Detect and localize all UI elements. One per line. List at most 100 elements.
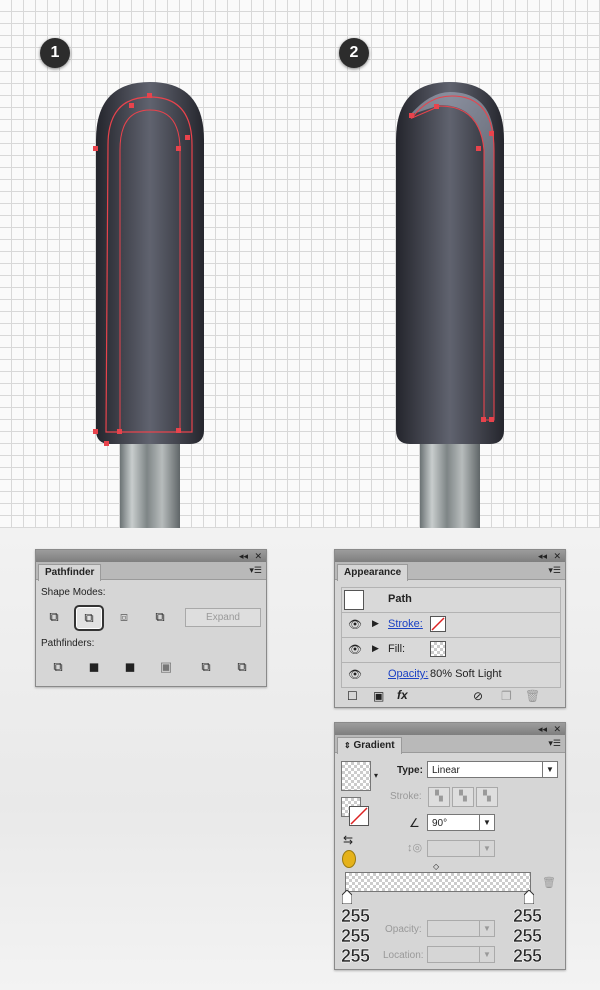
dropdown-arrow-icon: ▼	[479, 841, 494, 856]
panel-tabs: Appearance ▾☰	[335, 562, 565, 581]
panel-titlebar[interactable]: ◂◂ ✕	[36, 550, 266, 562]
location-label: Location:	[383, 950, 424, 961]
duplicate-item-icon[interactable]: ❐	[501, 689, 512, 703]
object-2[interactable]	[396, 82, 504, 528]
stroke-along-icon[interactable]: ▚	[452, 787, 474, 807]
close-icon[interactable]: ✕	[553, 723, 561, 735]
opacity-value: 80% Soft Light	[430, 668, 502, 680]
aspect-ratio-icon: ↕◎	[407, 842, 423, 854]
opacity-row[interactable]: 👁 Opacity: 80% Soft Light	[341, 662, 561, 688]
left-stop-g: 255	[341, 926, 371, 947]
expand-triangle-icon[interactable]: ▶	[372, 618, 379, 629]
opacity-label: Opacity:	[385, 924, 422, 935]
outline-icon[interactable]: ⧉	[196, 658, 216, 676]
fill-label: Fill:	[388, 643, 406, 655]
aspect-ratio-field[interactable]: ▼	[427, 840, 495, 857]
dropdown-arrow-icon: ▼	[479, 947, 494, 962]
divide-icon[interactable]: ⧉	[48, 658, 68, 676]
gradient-preview-swatch[interactable]	[341, 761, 371, 791]
tab-toggle-icon: ⇕	[344, 741, 351, 750]
minus-front-icon[interactable]: ⧉	[74, 605, 104, 631]
illustration	[93, 82, 504, 528]
close-icon[interactable]: ✕	[553, 550, 561, 562]
tab-appearance[interactable]: Appearance	[337, 564, 409, 581]
midpoint-diamond-icon[interactable]: ◇	[433, 862, 439, 871]
delete-item-icon[interactable]: 🗑	[525, 689, 540, 703]
path-row[interactable]: Path	[341, 587, 561, 613]
collapse-icon[interactable]: ◂◂	[239, 550, 248, 562]
panel-menu-icon[interactable]: ▾☰	[548, 565, 561, 575]
reverse-gradient-icon[interactable]: ⇆	[343, 833, 353, 847]
gradient-stop-right[interactable]	[523, 889, 535, 905]
close-icon[interactable]: ✕	[254, 550, 262, 562]
stroke-across-icon[interactable]: ▚	[476, 787, 498, 807]
pathfinders-label: Pathfinders:	[41, 638, 95, 649]
stroke-row[interactable]: 👁 ▶ Stroke:	[341, 612, 561, 638]
right-stop-b: 255	[513, 946, 543, 967]
left-stop-r: 255	[341, 906, 371, 927]
type-dropdown[interactable]: Linear ▼	[427, 761, 558, 778]
gradient-preset-dropdown-icon[interactable]: ▾	[374, 771, 378, 780]
dropdown-arrow-icon: ▼	[542, 762, 557, 777]
angle-field[interactable]: 90° ▼	[427, 814, 495, 831]
panel-titlebar[interactable]: ◂◂ ✕	[335, 723, 565, 735]
stroke-none-swatch[interactable]	[430, 616, 446, 632]
visibility-eye-icon[interactable]: 👁	[348, 668, 362, 681]
unite-icon[interactable]: ⧉	[44, 608, 64, 626]
visibility-eye-icon[interactable]: 👁	[348, 643, 362, 656]
object-1[interactable]	[93, 82, 204, 528]
panel-menu-icon[interactable]: ▾☰	[249, 565, 262, 575]
tab-gradient[interactable]: ⇕ Gradient	[337, 737, 402, 754]
trim-icon[interactable]: ◼	[84, 658, 104, 676]
fill-gradient-swatch[interactable]	[430, 641, 446, 657]
minus-back-icon[interactable]: ⧉	[232, 658, 252, 676]
path-thumbnail	[344, 590, 364, 610]
panel-tabs: Pathfinder ▾☰	[36, 562, 266, 581]
right-stop-r: 255	[513, 906, 543, 927]
location-field[interactable]: ▼	[427, 946, 495, 963]
right-stop-g: 255	[513, 926, 543, 947]
type-value: Linear	[432, 765, 460, 776]
opacity-link[interactable]: Opacity:	[388, 668, 428, 680]
metal-shaft-1	[120, 438, 180, 528]
exclude-icon[interactable]: ⧉	[150, 608, 170, 626]
expand-triangle-icon[interactable]: ▶	[372, 643, 379, 654]
path-label: Path	[388, 593, 412, 605]
collapse-icon[interactable]: ◂◂	[538, 550, 547, 562]
gradient-stop-left[interactable]	[341, 889, 353, 905]
type-label: Type:	[397, 765, 423, 776]
tab-pathfinder[interactable]: Pathfinder	[38, 564, 102, 581]
pathfinder-panel: ◂◂ ✕ Pathfinder ▾☰ Shape Modes: ⧉ ⧉ ⧈ ⧉ …	[35, 549, 267, 687]
add-effect-icon[interactable]: fx	[397, 688, 408, 702]
tab-gradient-label: Gradient	[353, 740, 395, 751]
panel-tabs: ⇕ Gradient ▾☰	[335, 735, 565, 754]
left-stop-b: 255	[341, 946, 371, 967]
appearance-panel: ◂◂ ✕ Appearance ▾☰ Path 👁 ▶ Stroke: 👁 ▶ …	[334, 549, 566, 708]
fill-row[interactable]: 👁 ▶ Fill:	[341, 637, 561, 663]
stroke-within-icon[interactable]: ▚	[428, 787, 450, 807]
intersect-icon[interactable]: ⧈	[114, 608, 134, 626]
delete-stop-icon[interactable]: 🗑	[542, 876, 556, 889]
merge-icon[interactable]: ◼	[120, 658, 140, 676]
dropdown-arrow-icon: ▼	[479, 815, 494, 830]
stroke-swatch[interactable]	[349, 806, 369, 826]
angle-value: 90°	[432, 818, 448, 829]
stroke-link[interactable]: Stroke:	[388, 618, 423, 630]
expand-button[interactable]: Expand	[185, 608, 261, 627]
visibility-eye-icon[interactable]: 👁	[348, 618, 362, 631]
panel-titlebar[interactable]: ◂◂ ✕	[335, 550, 565, 562]
crop-icon[interactable]: ▣	[156, 658, 176, 676]
collapse-icon[interactable]: ◂◂	[538, 723, 547, 735]
gradient-annotator-icon[interactable]	[342, 850, 356, 868]
add-new-fill-icon[interactable]: ▣	[373, 689, 384, 703]
opacity-field[interactable]: ▼	[427, 920, 495, 937]
gradient-panel: ◂◂ ✕ ⇕ Gradient ▾☰ ▾ Type: Linear ▼ Stro…	[334, 722, 566, 970]
add-new-stroke-icon[interactable]: ☐	[347, 689, 358, 703]
shape-modes-label: Shape Modes:	[41, 587, 106, 598]
gradient-slider[interactable]	[345, 872, 531, 892]
metal-shaft-2	[420, 438, 480, 528]
dropdown-arrow-icon: ▼	[479, 921, 494, 936]
clear-appearance-icon[interactable]: ⊘	[473, 689, 483, 703]
panel-menu-icon[interactable]: ▾☰	[548, 738, 561, 748]
angle-icon: ∠	[409, 816, 420, 830]
